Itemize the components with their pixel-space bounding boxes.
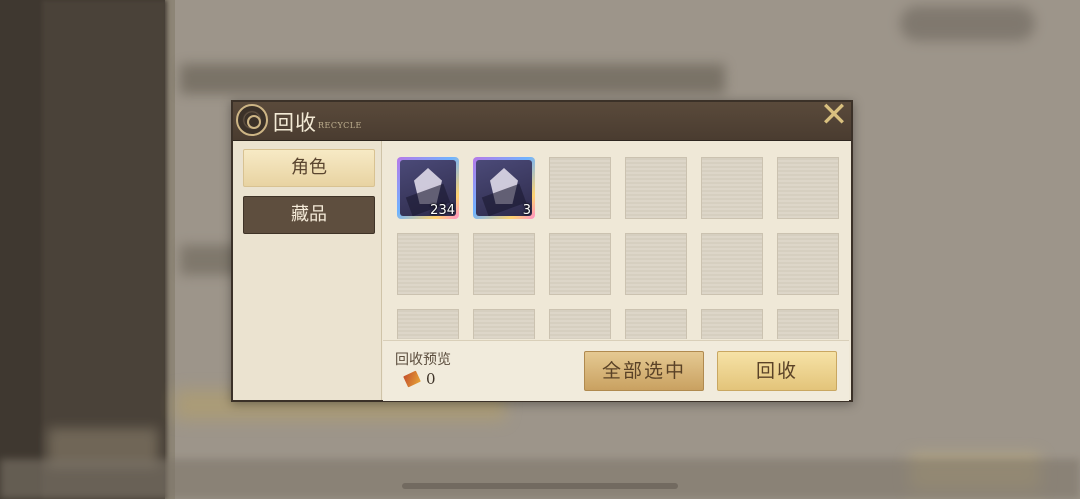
select-all-button[interactable]: 全部选中: [584, 351, 704, 391]
empty-slot: [397, 309, 459, 339]
empty-slot: [777, 157, 839, 219]
empty-slot: [625, 157, 687, 219]
item-slot-2[interactable]: 3: [473, 157, 535, 219]
empty-slot: [625, 309, 687, 339]
empty-slot: [701, 309, 763, 339]
category-sidebar: 角色 藏品: [233, 141, 382, 400]
tab-characters[interactable]: 角色: [243, 149, 375, 187]
empty-slot: [549, 233, 611, 295]
item-grid: 234 3: [383, 141, 847, 339]
empty-slot: [701, 233, 763, 295]
recycle-preview-value: 0: [426, 370, 436, 388]
empty-slot: [625, 233, 687, 295]
recycle-footer: 回收预览 0 全部选中 回收: [383, 340, 849, 401]
bg-top-icon: [900, 6, 1035, 41]
tab-collectibles[interactable]: 藏品: [243, 196, 375, 234]
home-indicator[interactable]: [402, 483, 678, 489]
empty-slot: [549, 157, 611, 219]
recycle-preview-label: 回收预览: [395, 352, 451, 368]
empty-slot: [473, 233, 535, 295]
recycle-button[interactable]: 回收: [717, 351, 837, 391]
empty-slot: [777, 233, 839, 295]
empty-slot: [777, 309, 839, 339]
close-icon[interactable]: ✕: [818, 98, 850, 132]
dialog-titlebar: 回收 RECYCLE: [233, 102, 851, 141]
item-count: 3: [522, 203, 531, 218]
bg-left-column: [42, 0, 167, 499]
empty-slot: [549, 309, 611, 339]
currency-icon: [403, 370, 421, 388]
empty-slot: [397, 233, 459, 295]
recycle-dialog: 回收 RECYCLE 角色 藏品 234 3 回收预览 0 全部选中 回收: [231, 100, 853, 402]
item-count: 234: [430, 203, 455, 218]
bg-band: [180, 64, 725, 94]
empty-slot: [473, 309, 535, 339]
bg-bottom-band: [0, 459, 1080, 499]
empty-slot: [701, 157, 763, 219]
emblem-icon: [236, 104, 268, 136]
item-slot-1[interactable]: 234: [397, 157, 459, 219]
dialog-subtitle: RECYCLE: [318, 121, 362, 130]
dialog-title: 回收: [273, 111, 317, 135]
